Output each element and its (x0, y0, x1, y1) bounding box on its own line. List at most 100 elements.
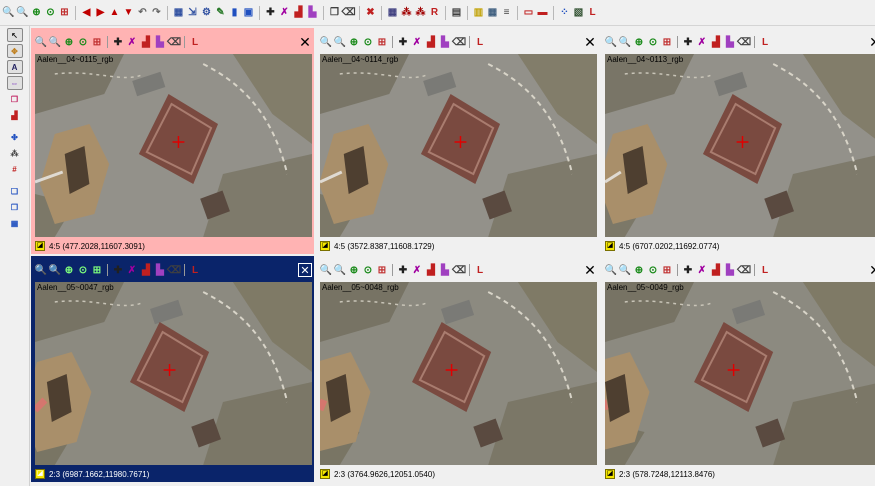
chart-alt-icon[interactable]: ▙ (154, 264, 166, 277)
zoom-grid-icon[interactable]: ⊞ (91, 264, 103, 277)
zoom-in-icon[interactable]: 🔍 (35, 36, 47, 49)
tools-icon[interactable]: ✎ (214, 6, 227, 20)
note-icon[interactable]: ◪ (320, 469, 330, 479)
arrow-down-icon[interactable]: ▼ (122, 6, 135, 20)
zoom-in-icon[interactable]: 🔍 (320, 264, 332, 277)
zoom-in-icon[interactable]: 🔍 (320, 36, 332, 49)
trash-icon[interactable]: ⌫ (341, 6, 355, 20)
redo-icon[interactable]: ↷ (150, 6, 163, 20)
zoom-out-icon[interactable]: 🔍 (619, 36, 631, 49)
stack-tool-icon[interactable]: ❐ (7, 92, 23, 106)
label-icon[interactable]: L (189, 264, 201, 277)
zoom-fit-icon[interactable]: ⊕ (63, 36, 75, 49)
layout-icon[interactable]: ▦ (172, 6, 185, 20)
zoom-grid-icon[interactable]: ⊞ (661, 36, 673, 49)
chart-icon[interactable]: ▟ (425, 36, 437, 49)
trash-icon[interactable]: ⌫ (737, 264, 751, 277)
trash-icon[interactable]: ⌫ (167, 264, 181, 277)
grid-tool-icon[interactable]: ▦ (7, 216, 23, 230)
close-icon[interactable]: ✕ (583, 34, 597, 50)
label-icon[interactable]: L (586, 6, 599, 20)
measure-icon[interactable]: ✗ (696, 264, 708, 277)
aerial-image-view[interactable]: Aalen__05~0048_rgb (320, 282, 597, 465)
close-icon[interactable]: ✕ (298, 34, 312, 50)
network-icon[interactable]: ⁂ (400, 6, 413, 20)
book-icon[interactable]: ▮ (228, 6, 241, 20)
trash-icon[interactable]: ⌫ (737, 36, 751, 49)
zoom-grid-icon[interactable]: ⊞ (661, 264, 673, 277)
paste-tool-icon[interactable]: ❐ (7, 200, 23, 214)
filter-icon[interactable]: ≡ (500, 6, 513, 20)
report-icon[interactable]: R (428, 6, 441, 20)
measure-icon[interactable]: ✗ (411, 264, 423, 277)
settings-icon[interactable]: ⚙ (200, 6, 213, 20)
label-icon[interactable]: L (474, 264, 486, 277)
config-icon[interactable]: ✖ (364, 6, 377, 20)
zoom-window-icon[interactable]: ⊙ (647, 264, 659, 277)
monitor-icon[interactable]: ▣ (242, 6, 255, 20)
close-icon[interactable]: ✕ (868, 34, 875, 50)
close-icon[interactable]: ✕ (868, 262, 875, 278)
chart-alt-icon[interactable]: ▙ (439, 36, 451, 49)
zoom-in-icon[interactable]: 🔍 (35, 264, 47, 277)
chart-alt-icon[interactable]: ▙ (724, 36, 736, 49)
zoom-in-icon[interactable]: 🔍 (605, 264, 617, 277)
text-tool-icon[interactable]: A (6, 60, 23, 74)
calendar-icon[interactable]: ▥ (472, 6, 485, 20)
add-point-icon[interactable]: ✚ (397, 36, 409, 49)
undo-icon[interactable]: ↶ (136, 6, 149, 20)
close-icon[interactable]: ✕ (583, 262, 597, 278)
chart-alt-icon[interactable]: ▙ (724, 264, 736, 277)
table-icon[interactable]: ▦ (486, 6, 499, 20)
photo-icon[interactable]: ▧ (572, 6, 585, 20)
note-icon[interactable]: ◪ (320, 241, 330, 251)
label-icon[interactable]: L (189, 36, 201, 49)
close-icon[interactable]: ✕ (298, 263, 312, 277)
link-tool-icon[interactable]: ⇔ (6, 76, 23, 90)
zoom-window-icon[interactable]: ⊙ (362, 264, 374, 277)
note-icon[interactable]: ◪ (35, 469, 45, 479)
network-tool-icon[interactable]: ⁂ (7, 146, 23, 160)
measure-icon[interactable]: ✗ (126, 264, 138, 277)
zoom-window-icon[interactable]: ⊙ (77, 264, 89, 277)
label-icon[interactable]: L (759, 36, 771, 49)
zoom-out-icon[interactable]: 🔍 (334, 264, 346, 277)
chart-alt-icon[interactable]: ▙ (154, 36, 166, 49)
zoom-fit-icon[interactable]: ⊕ (30, 6, 43, 20)
group-icon[interactable]: ⁘ (558, 6, 571, 20)
image-panel[interactable]: 🔍 🔍 ⊕ ⊙ ⊞ ✚ ✗ ▟ ▙ ⌫ L ✕ Aalen__05~0047_rgb ◪ 2:3 (698… (31, 256, 314, 482)
chart-icon[interactable]: ▟ (710, 36, 722, 49)
puzzle-tool-icon[interactable]: ✤ (7, 130, 23, 144)
trash-icon[interactable]: ⌫ (452, 264, 466, 277)
note-icon[interactable]: ◪ (605, 241, 615, 251)
zoom-grid-icon[interactable]: ⊞ (58, 6, 71, 20)
add-point-icon[interactable]: ✚ (112, 36, 124, 49)
export-icon[interactable]: ⇲ (186, 6, 199, 20)
zoom-out-icon[interactable]: 🔍 (49, 264, 61, 277)
add-point-icon[interactable]: ✚ (682, 264, 694, 277)
image-panel[interactable]: 🔍 🔍 ⊕ ⊙ ⊞ ✚ ✗ ▟ ▙ ⌫ L ✕ Aalen__04~0113_rgb ◪ 4:5 (670… (601, 28, 875, 254)
zoom-grid-icon[interactable]: ⊞ (376, 36, 388, 49)
add-point-icon[interactable]: ✚ (682, 36, 694, 49)
aerial-image-view[interactable]: Aalen__05~0049_rgb (605, 282, 875, 465)
image-panel[interactable]: 🔍 🔍 ⊕ ⊙ ⊞ ✚ ✗ ▟ ▙ ⌫ L ✕ Aalen__04~0115_rgb ◪ 4:5 (477… (31, 28, 314, 254)
zoom-fit-icon[interactable]: ⊕ (348, 36, 360, 49)
document-icon[interactable]: ▤ (450, 6, 463, 20)
aerial-image-view[interactable]: Aalen__04~0113_rgb (605, 54, 875, 237)
zoom-fit-icon[interactable]: ⊕ (633, 264, 645, 277)
zoom-in-icon[interactable]: 🔍 (605, 36, 617, 49)
zoom-fit-icon[interactable]: ⊕ (63, 264, 75, 277)
trash-icon[interactable]: ⌫ (167, 36, 181, 49)
trash-icon[interactable]: ⌫ (452, 36, 466, 49)
measure-icon[interactable]: ✗ (696, 36, 708, 49)
arrow-left-icon[interactable]: ◀ (80, 6, 93, 20)
chart-alt-icon[interactable]: ▙ (306, 6, 319, 20)
zoom-out-icon[interactable]: 🔍 (619, 264, 631, 277)
chart-icon[interactable]: ▟ (140, 264, 152, 277)
zoom-fit-icon[interactable]: ⊕ (633, 36, 645, 49)
aerial-image-view[interactable]: Aalen__05~0047_rgb (35, 282, 312, 465)
note-icon[interactable]: ◪ (605, 469, 615, 479)
aerial-image-view[interactable]: Aalen__04~0115_rgb (35, 54, 312, 237)
image-panel[interactable]: 🔍 🔍 ⊕ ⊙ ⊞ ✚ ✗ ▟ ▙ ⌫ L ✕ Aalen__04~0114_rgb ◪ 4:5 (357… (316, 28, 599, 254)
add-point-icon[interactable]: ✚ (397, 264, 409, 277)
